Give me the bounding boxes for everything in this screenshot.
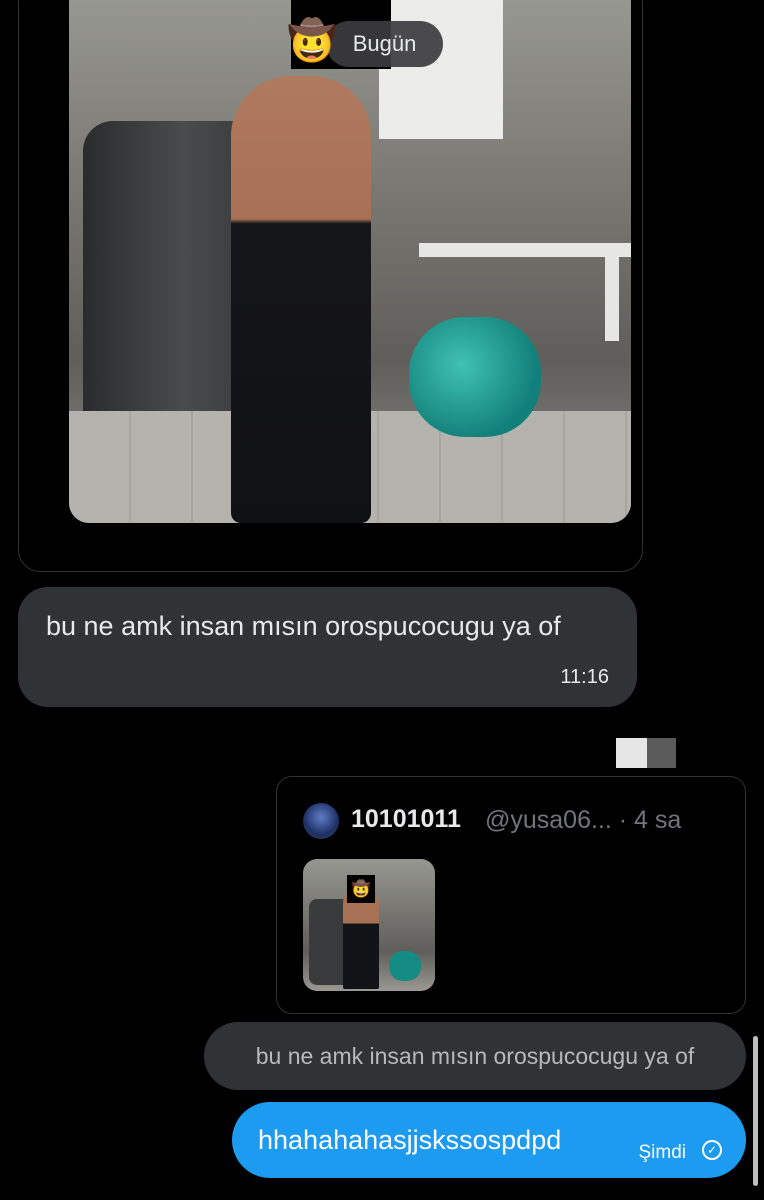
reply-preview-bubble[interactable]: bu ne amk insan mısın orospucocugu ya of	[204, 1022, 746, 1090]
censor-block	[647, 738, 676, 768]
photo-pipe	[419, 243, 631, 257]
quoted-tweet-image[interactable]: 🤠	[303, 859, 435, 991]
avatar[interactable]	[303, 803, 339, 839]
photo-pump	[409, 317, 541, 437]
thumb-pump	[389, 951, 421, 981]
sent-message-text: hhahahahasjjskssospdpd	[258, 1124, 562, 1155]
cowboy-face-emoji-icon: 🤠	[347, 875, 375, 903]
scrollbar[interactable]	[753, 1036, 758, 1186]
cowboy-face-emoji-icon: 🤠	[287, 19, 337, 63]
censor-block	[616, 738, 647, 768]
shared-photo-card[interactable]	[18, 0, 643, 572]
quoted-user-handle: @yusa06... · 4 sa	[485, 806, 682, 834]
check-circle-icon: ✓	[702, 1140, 722, 1160]
date-divider: Bugün	[326, 21, 443, 67]
sent-message-time: Şimdi	[638, 1142, 686, 1163]
received-message-text: bu ne amk insan mısın orospucocugu ya of	[46, 611, 561, 641]
photo-pipe	[605, 251, 619, 341]
sent-message-bubble[interactable]: hhahahahasjjskssospdpd Şimdi ✓	[232, 1102, 746, 1178]
received-message-bubble[interactable]: bu ne amk insan mısın orospucocugu ya of…	[18, 587, 637, 707]
shared-photo[interactable]	[69, 0, 631, 523]
photo-person	[231, 76, 371, 523]
quoted-user-name: 10101011	[351, 805, 461, 833]
received-message-time: 11:16	[560, 666, 609, 688]
quoted-tweet-card[interactable]: 10101011 @yusa06... · 4 sa 🤠	[276, 776, 746, 1014]
thumb-person	[343, 889, 379, 989]
